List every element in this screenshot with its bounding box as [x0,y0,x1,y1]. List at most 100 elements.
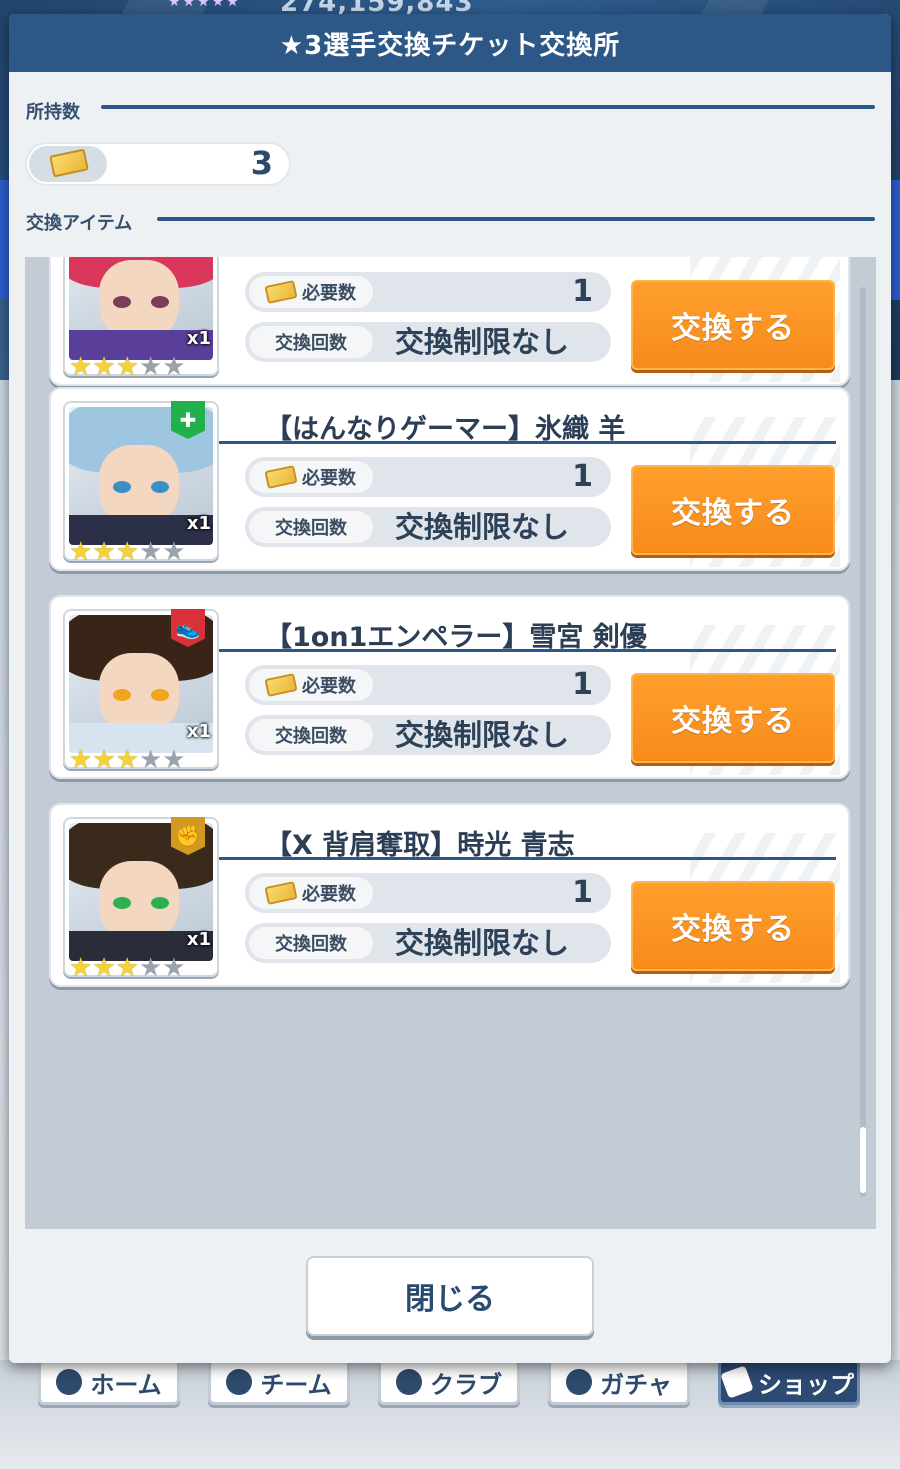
required-row: 必要数 1 [245,873,611,913]
required-label: 必要数 [302,676,356,697]
exchange-count-tag: 交換回数 [249,719,373,751]
star-filled-icon: ★ [115,953,139,983]
exchange-count-label: 交換回数 [275,934,347,955]
exchange-count-label: 交換回数 [275,518,347,539]
items-label: 交換アイテム [26,213,133,234]
required-value: 1 [572,459,593,494]
star-empty-icon: ★ [138,745,163,775]
player-portrait[interactable]: ✚ x1 ★ ★ ★ ★ ★ [63,401,219,565]
close-button[interactable]: 閉じる [306,1256,594,1336]
exchange-count-value: 交換制限なし [395,926,570,960]
team-icon [226,1369,253,1395]
items-divider [157,217,875,221]
required-value: 1 [572,274,593,309]
required-row: 必要数 1 [245,457,611,497]
player-eye [113,689,131,701]
exchange-count-row: 交換回数 交換制限なし [245,715,611,755]
star-filled-icon: ★ [92,953,116,983]
exchange-count-tag: 交換回数 [249,927,373,959]
star-empty-icon: ★ [162,537,186,567]
required-label: 必要数 [302,283,356,304]
exchange-item-card: 👟 x1 ★ ★ ★ ★ ★ 【1on1エンペラー】雪宮 剣優 必要数 1 交換回数 交… [49,595,850,779]
required-tag: 必要数 [249,276,373,308]
owned-label: 所持数 [26,102,80,123]
shop-tag-icon [720,1365,754,1399]
exchange-modal: ★3選手交換チケット交換所 所持数 3 交換アイテム x1 ★ ★ ★ ★ ★ … [9,14,891,1363]
star-filled-icon: ★ [69,745,93,775]
item-name-underline [219,857,836,860]
player-eye [113,296,131,308]
nav-gacha-label: ガチャ [600,1370,672,1399]
player-portrait[interactable]: 👟 x1 ★ ★ ★ ★ ★ [63,609,219,773]
star-filled-icon: ★ [69,953,93,983]
nav-club-label: クラブ [430,1370,502,1399]
ticket-icon [49,148,89,178]
item-name-underline [219,441,836,444]
required-label: 必要数 [302,468,356,489]
ticket-icon [264,673,298,697]
player-eye [151,296,169,308]
nav-home-label: ホーム [90,1370,162,1399]
star-filled-icon: ★ [69,352,93,382]
modal-title: ★3選手交換チケット交換所 [9,14,891,72]
required-row: 必要数 1 [245,272,611,312]
exchange-button[interactable]: 交換する [631,280,835,370]
star-empty-icon: ★ [162,352,186,382]
exchange-count-value: 交換制限なし [395,325,570,359]
exchange-button[interactable]: 交換する [631,465,835,555]
nav-club-button[interactable]: クラブ [378,1359,520,1405]
nav-team-label: チーム [260,1370,332,1399]
nav-shop-button[interactable]: ショップ [718,1359,860,1405]
exchange-count-row: 交換回数 交換制限なし [245,507,611,547]
star-filled-icon: ★ [92,537,116,567]
nav-team-button[interactable]: チーム [208,1359,350,1405]
player-portrait[interactable]: ✊ x1 ★ ★ ★ ★ ★ [63,817,219,981]
owned-count: 3 [250,144,273,182]
rarity-stars: ★ ★ ★ ★ ★ [69,539,186,565]
ticket-icon [264,280,298,304]
nav-gacha-button[interactable]: ガチャ [548,1359,690,1405]
star-empty-icon: ★ [162,953,186,983]
star-filled-icon: ★ [69,537,93,567]
soccer-ball-icon [56,1369,83,1395]
required-tag: 必要数 [249,669,373,701]
exchange-count-row: 交換回数 交換制限なし [245,322,611,362]
player-eye [151,897,169,909]
player-eye [151,689,169,701]
exchange-item-list[interactable]: x1 ★ ★ ★ ★ ★ 必要数 1 交換回数 交換制限なし 交換する ✚ x1… [25,257,876,1229]
required-row: 必要数 1 [245,665,611,705]
exchange-count-label: 交換回数 [275,333,347,354]
star-filled-icon: ★ [92,745,116,775]
exchange-count-value: 交換制限なし [395,510,570,544]
exchange-count-tag: 交換回数 [249,511,373,543]
scrollbar-thumb[interactable] [860,1127,866,1193]
exchange-count-row: 交換回数 交換制限なし [245,923,611,963]
club-icon [396,1369,422,1395]
item-quantity: x1 [186,721,211,742]
background-stars: ★★★★★ [168,0,241,10]
rarity-stars: ★ ★ ★ ★ ★ [69,747,186,773]
required-value: 1 [572,875,593,910]
star-filled-icon: ★ [115,537,139,567]
star-empty-icon: ★ [138,953,163,983]
player-eye [151,481,169,493]
exchange-button[interactable]: 交換する [631,673,835,763]
star-filled-icon: ★ [92,352,116,382]
star-empty-icon: ★ [138,537,163,567]
exchange-button[interactable]: 交換する [631,881,835,971]
exchange-count-label: 交換回数 [275,726,347,747]
required-label: 必要数 [302,884,356,905]
bottom-nav: ホーム チーム クラブ ガチャ ショップ [0,1355,900,1415]
item-name-underline [219,649,836,652]
rarity-stars: ★ ★ ★ ★ ★ [69,955,186,981]
exchange-item-card: ✚ x1 ★ ★ ★ ★ ★ 【はんなりゲーマー】氷織 羊 必要数 1 交換回数 交換制… [49,387,850,571]
exchange-item-card: ✊ x1 ★ ★ ★ ★ ★ 【X 背肩奪取】時光 青志 必要数 1 交換回数 交換制限… [49,803,850,987]
ticket-pill [29,146,107,182]
owned-divider [101,105,875,109]
nav-home-button[interactable]: ホーム [38,1359,180,1405]
star-filled-icon: ★ [115,745,139,775]
player-portrait[interactable]: x1 ★ ★ ★ ★ ★ [63,257,219,380]
star-empty-icon: ★ [138,352,163,382]
scrollbar-track[interactable] [860,287,866,1197]
required-tag: 必要数 [249,461,373,493]
